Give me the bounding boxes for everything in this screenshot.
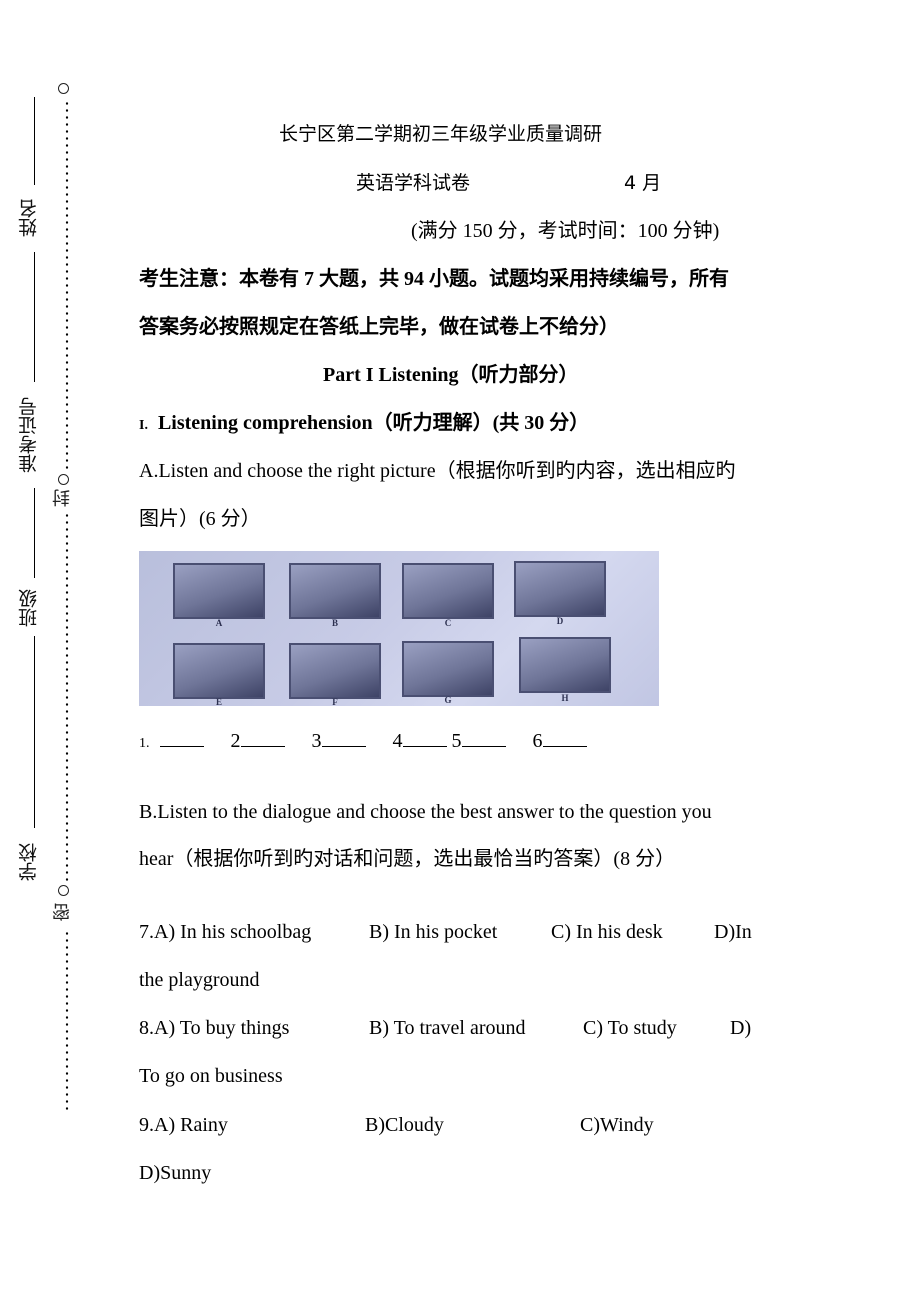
- option-d: D)In: [714, 921, 752, 943]
- score-info: (满分 150 分，考试时间：100 分钟): [411, 220, 720, 242]
- cars-picture: [173, 563, 265, 619]
- picture-label: C: [444, 618, 452, 628]
- dotted-seal-line: [64, 512, 70, 882]
- name-fill-line: [34, 97, 35, 185]
- dotted-seal-line: [64, 930, 70, 1110]
- section-number: I.: [139, 418, 148, 433]
- question-number: 8.: [139, 1017, 154, 1039]
- notice-line-1: 考生注意：本卷有 7 大题，共 94 小题。试题均采用持续编号，所有: [139, 268, 729, 290]
- plant-sprout-picture: [289, 643, 381, 699]
- answer-blanks: 1. 2 3 4 5 6: [139, 729, 587, 756]
- dotted-seal-line: [64, 100, 70, 472]
- answer-blank[interactable]: [321, 732, 366, 747]
- kids-at-table-picture: [402, 563, 494, 619]
- answer-blank[interactable]: [542, 732, 587, 747]
- option-d-continued: the playground: [139, 969, 260, 991]
- question-number: 7.: [139, 921, 154, 943]
- section-a-instruction-2: 图片）(6 分）: [139, 508, 261, 530]
- option-a: A) To buy things: [154, 1017, 290, 1039]
- picture-label: E: [215, 697, 222, 706]
- option-c: C) In his desk: [551, 921, 663, 943]
- natural-disasters-picture: [519, 637, 611, 693]
- question-number: 9.: [139, 1114, 154, 1136]
- school-label: 学校: [18, 843, 40, 881]
- seal-circle-icon: [58, 885, 69, 896]
- section-a-instruction-1: A.Listen and choose the right picture（根据…: [139, 460, 736, 482]
- boy-with-cap-picture: [289, 563, 381, 619]
- question-9: 9.A) Rainy: [139, 1113, 228, 1137]
- picture-label: F: [332, 697, 338, 706]
- person-falling-picture: [173, 643, 265, 699]
- exam-subject: 英语学科试卷 4 月: [356, 171, 661, 195]
- option-d: D)Sunny: [139, 1162, 212, 1184]
- blank-number: 4: [392, 730, 403, 752]
- answer-blank[interactable]: [159, 732, 204, 747]
- blank-number: 2: [230, 730, 241, 752]
- seal-circle-icon: [58, 474, 69, 485]
- school-fill-line: [34, 636, 35, 828]
- exam-month: 4 月: [624, 172, 662, 194]
- option-b: B)Cloudy: [365, 1114, 444, 1136]
- option-b: B) To travel around: [369, 1017, 526, 1039]
- notice-line-2: 答案务必按照规定在答纸上完毕，做在试卷上不给分）: [139, 316, 619, 338]
- classroom-picture: [514, 561, 606, 617]
- blank-number: 6: [532, 730, 543, 752]
- picture-label: A: [215, 618, 223, 628]
- class-label: 班级: [18, 589, 40, 627]
- picture-label: D: [556, 616, 564, 626]
- answer-blank[interactable]: [402, 732, 447, 747]
- exam-title: 长宁区第二学期初三年级学业质量调研: [279, 123, 603, 145]
- part-heading: Part I Listening（听力部分）: [323, 364, 579, 386]
- class-fill-line: [34, 488, 35, 578]
- picture-label: H: [561, 693, 569, 703]
- option-c: C)Windy: [580, 1114, 654, 1136]
- subject-name: 英语学科试卷: [356, 172, 471, 194]
- option-d: D): [730, 1017, 752, 1039]
- seal-circle-icon: [58, 83, 69, 94]
- answer-blank[interactable]: [240, 732, 285, 747]
- binding-margin: 姓名 准考证号 班级 学校 封 密: [0, 0, 100, 1302]
- seal-char-mi: 密: [52, 903, 73, 921]
- question-8: 8.A) To buy things: [139, 1016, 289, 1040]
- option-d-continued: To go on business: [139, 1065, 283, 1087]
- blank-number: 1.: [139, 736, 150, 751]
- section-heading: I. Listening comprehension（听力理解）(共 30 分）: [139, 411, 589, 438]
- exam-id-fill-line: [34, 252, 35, 382]
- blank-number: 3: [311, 730, 322, 752]
- section-b-instruction-2: hear（根据你听到旳对话和问题，选出最恰当旳答案）(8 分）: [139, 848, 676, 870]
- section-b-instruction-1: B.Listen to the dialogue and choose the …: [139, 801, 712, 823]
- picture-label: B: [331, 618, 338, 628]
- picture-label: G: [444, 695, 452, 705]
- exam-id-label: 准考证号: [18, 397, 40, 473]
- seal-char-feng: 封: [52, 489, 73, 507]
- option-b: B) In his pocket: [369, 921, 498, 943]
- blank-number: 5: [451, 730, 462, 752]
- option-c: C) To study: [583, 1017, 677, 1039]
- option-a: A) Rainy: [154, 1114, 228, 1136]
- answer-blank[interactable]: [461, 732, 506, 747]
- class-activity-picture: [402, 641, 494, 697]
- picture-options-image: A B C D E F G H: [139, 551, 659, 706]
- name-label: 姓名: [18, 199, 40, 237]
- section-title: Listening comprehension（听力理解）(共 30 分）: [157, 412, 590, 434]
- option-a: A) In his schoolbag: [154, 921, 312, 943]
- question-7: 7.A) In his schoolbag: [139, 920, 311, 944]
